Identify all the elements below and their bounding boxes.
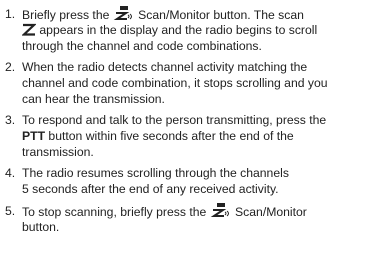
text-run: Scan/Monitor — [235, 205, 307, 219]
text-run: To stop scanning, briefly press the — [22, 205, 207, 219]
step-number: 2. — [5, 60, 16, 74]
text-line: Briefly press the Scan/Monitor button. T… — [22, 6, 384, 22]
step-text: The radio resumes scrolling through the … — [22, 165, 384, 197]
step-text: Briefly press the Scan/Monitor button. T… — [21, 6, 384, 54]
text-line: PTT button within five seconds after the… — [22, 128, 384, 144]
instructions-page: 1. Briefly press the Scan/Monitor button… — [0, 0, 386, 256]
text-run: button within five seconds after the end… — [48, 129, 294, 143]
step-text: To stop scanning, briefly press the Scan… — [22, 203, 384, 235]
text-line: transmission. — [22, 145, 94, 159]
step-text: When the radio detects channel activity … — [22, 59, 384, 107]
text-line: When the radio detects channel activity … — [22, 60, 308, 74]
scan-monitor-icon — [210, 203, 232, 223]
text-line: To stop scanning, briefly press the Scan… — [22, 203, 384, 219]
text-line: button. — [22, 220, 60, 234]
text-line: 5 seconds after the end of any received … — [22, 182, 279, 196]
text-line: through the channel and code combination… — [22, 39, 262, 53]
text-line: To respond and talk to the person transm… — [22, 113, 327, 127]
text-line: channel and code combination, it stops s… — [22, 76, 328, 90]
ptt-label: PTT — [22, 129, 46, 143]
text-line: appears in the display and the radio beg… — [21, 22, 384, 38]
text-run: Scan/Monitor button. The scan — [138, 8, 304, 22]
step-number: 5. — [5, 204, 16, 218]
text-line: can hear the transmission. — [22, 92, 165, 106]
step-number: 1. — [5, 7, 16, 21]
step-text: To respond and talk to the person transm… — [22, 112, 384, 160]
text-run: appears in the display and the radio beg… — [39, 23, 318, 37]
step-number: 4. — [5, 166, 16, 180]
text-line: The radio resumes scrolling through the … — [22, 166, 289, 180]
step-number: 3. — [5, 113, 16, 127]
text-run: Briefly press the — [22, 8, 110, 22]
